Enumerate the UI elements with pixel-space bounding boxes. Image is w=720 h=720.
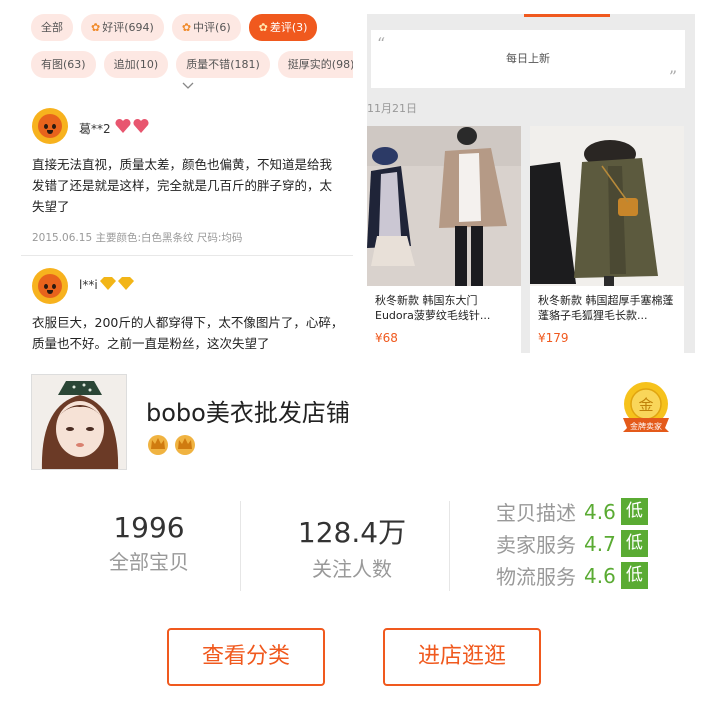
svg-text:金: 金 (638, 396, 653, 414)
filter-chip-negative[interactable]: ✿ 差评(3) (248, 14, 318, 41)
review-text: 衣服巨大，200斤的人都穿得下，太不像图片了，心碎，质量也不好。之前一直是粉丝，… (32, 315, 344, 351)
rating-row-logistics: 物流服务 4.6 低 (496, 561, 648, 590)
filter-chip-follow-up[interactable]: 追加(10) (103, 51, 169, 78)
crown-icon (173, 433, 197, 460)
stat-total-items[interactable]: 1996 全部宝贝 (84, 511, 214, 575)
shop-panel: bobo美衣批发店铺 金 金牌卖家 1996 全部宝贝 128.4万 关注人数 (14, 367, 700, 706)
quote-close-icon: ” (668, 67, 677, 86)
filter-chip-positive[interactable]: ✿ 好评(694) (81, 14, 164, 41)
rating-tag: 低 (620, 562, 648, 589)
review-user-name: l**i (79, 278, 98, 292)
avatar[interactable] (32, 108, 68, 144)
filter-row-1: 全部 ✿ 好评(694) ✿ 中评(6) ✿ 差评(3) (31, 14, 318, 41)
shop-avatar[interactable] (31, 374, 127, 470)
shop-name: bobo美衣批发店铺 (146, 399, 350, 427)
stat-followers[interactable]: 128.4万 关注人数 (277, 511, 427, 582)
review-item: 葛**2 直接无法直视，质量太差，颜色也偏黄，不知道是给我发错了还是就是这样，完… (21, 108, 353, 256)
heart-badge-icon (114, 118, 152, 137)
crown-icon (146, 433, 170, 460)
visit-shop-button[interactable]: 进店逛逛 (383, 628, 541, 686)
filter-chip-all[interactable]: 全部 (31, 14, 73, 41)
rating-tag: 低 (620, 498, 648, 525)
flower-icon: ✿ (258, 21, 268, 34)
view-categories-button[interactable]: 查看分类 (167, 628, 325, 686)
review-user-name: 葛**2 (79, 122, 111, 136)
filter-chip-neutral[interactable]: ✿ 中评(6) (171, 14, 241, 41)
product-photo (530, 126, 684, 286)
stat-value: 128.4万 (297, 516, 407, 549)
divider (240, 501, 241, 591)
items-panel: “ 每日上新 ” 11月21日 秋冬新款 韩国东大门Eudora菠萝纹毛线针..… (367, 14, 695, 353)
chevron-down-icon[interactable] (182, 82, 194, 94)
product-title: 秋冬新款 韩国东大门Eudora菠萝纹毛线针... (375, 294, 491, 322)
stat-value: 1996 (113, 511, 185, 544)
review-meta: 2015.06.15 主要颜色:白色黑条纹 尺码:均码 (32, 232, 243, 244)
diamond-badge-icon (99, 277, 135, 294)
divider (449, 501, 450, 591)
product-card[interactable]: 秋冬新款 韩国超厚手塞棉蓬蓬貉子毛狐狸毛长款... ¥179 (530, 126, 684, 353)
rating-row-service: 卖家服务 4.7 低 (496, 529, 648, 558)
tab-indicator (524, 14, 610, 17)
reviews-panel: 全部 ✿ 好评(694) ✿ 中评(6) ✿ 差评(3) 有图(63) 追加(10) … (21, 14, 353, 353)
svg-text:金牌卖家: 金牌卖家 (630, 421, 662, 431)
review-item: l**i 衣服巨大，200斤的人都穿得下，太不像图片了，心碎，质量也不好。之前一… (21, 268, 353, 353)
product-price: ¥68 (375, 331, 398, 345)
filter-chip-good-quality[interactable]: 质量不错(181) (176, 51, 270, 78)
product-card[interactable]: 秋冬新款 韩国东大门Eudora菠萝纹毛线针... ¥68 (367, 126, 521, 353)
avatar[interactable] (32, 268, 68, 304)
product-title: 秋冬新款 韩国超厚手塞棉蓬蓬貉子毛狐狸毛长款... (538, 294, 674, 322)
flower-icon: ✿ (91, 21, 101, 34)
filter-row-2: 有图(63) 追加(10) 质量不错(181) 挺厚实的(98) (31, 51, 353, 78)
notice-text: 每日上新 (506, 52, 550, 65)
filter-chip-thick[interactable]: 挺厚实的(98) (277, 51, 353, 78)
collage: 全部 ✿ 好评(694) ✿ 中评(6) ✿ 差评(3) 有图(63) 追加(10) … (0, 0, 720, 720)
filter-chip-with-photo[interactable]: 有图(63) (31, 51, 96, 78)
review-text: 直接无法直视，质量太差，颜色也偏黄，不知道是给我发错了还是就是这样，完全就是几百… (32, 157, 333, 214)
stat-label: 全部宝贝 (109, 550, 189, 574)
gold-seller-badge-icon: 金 金牌卖家 (621, 380, 671, 440)
notice-box: “ 每日上新 ” (371, 30, 685, 88)
rating-row-description: 宝贝描述 4.6 低 (496, 497, 648, 526)
flower-icon: ✿ (181, 21, 192, 34)
rating-tag: 低 (620, 530, 648, 557)
stat-label: 关注人数 (312, 557, 392, 581)
product-photo (367, 126, 521, 286)
date-label: 11月21日 (367, 102, 417, 115)
product-price: ¥179 (538, 331, 569, 345)
